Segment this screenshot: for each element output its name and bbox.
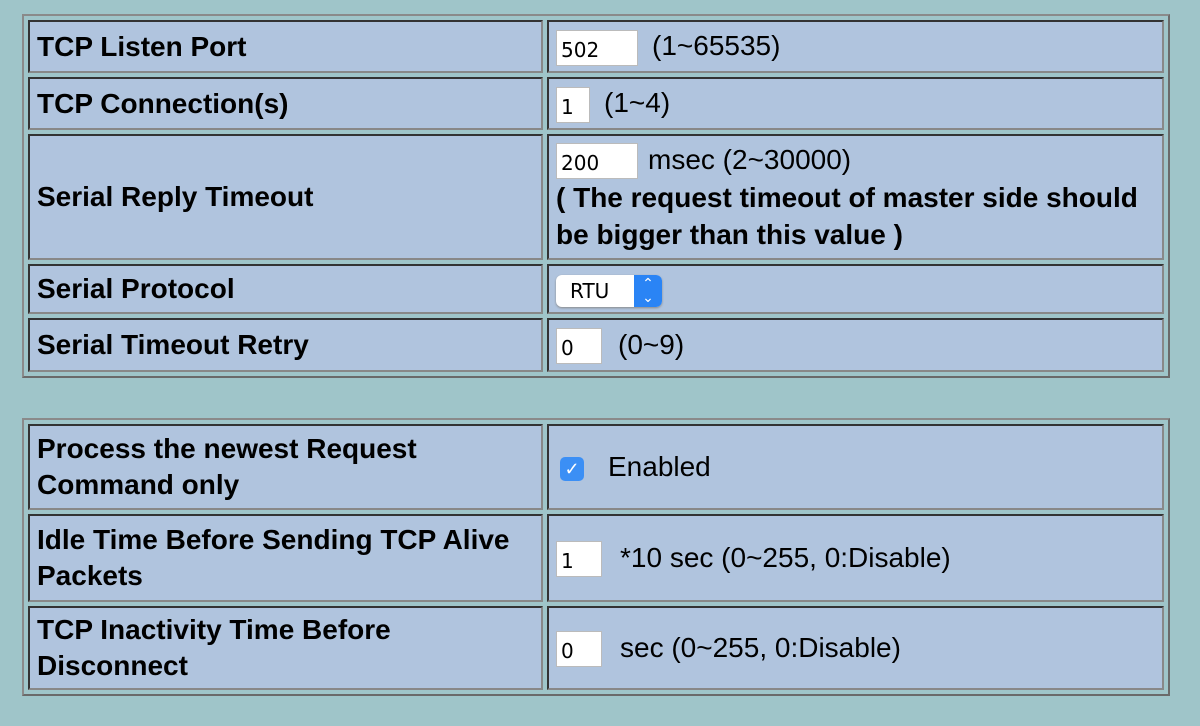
label: Idle Time Before Sending TCP Alive Packe…	[28, 514, 543, 602]
hint: (0~9)	[618, 328, 685, 360]
hint: *10 sec (0~255, 0:Disable)	[620, 541, 951, 573]
row-process-newest-request: Process the newest Request Command only …	[28, 424, 1164, 510]
inactivity-time-input[interactable]: 0	[556, 631, 602, 668]
label: TCP Connection(s)	[28, 77, 543, 130]
idle-time-input[interactable]: 1	[556, 541, 602, 578]
row-serial-reply-timeout: Serial Reply Timeout 200 msec (2~30000) ( …	[28, 134, 1164, 260]
label: Serial Timeout Retry	[28, 318, 543, 372]
hint: (1~4)	[604, 87, 671, 119]
row-serial-timeout-retry: Serial Timeout Retry 0 (0~9)	[28, 318, 1164, 372]
tcp-settings-table: Process the newest Request Command only …	[22, 418, 1170, 696]
row-serial-protocol: Serial Protocol RTU ⌃ ⌄	[28, 264, 1164, 314]
row-tcp-connections: TCP Connection(s) 1 (1~4)	[28, 77, 1164, 130]
chevron-updown-icon: ⌃ ⌄	[634, 274, 662, 307]
checkbox-label: Enabled	[608, 451, 711, 482]
tcp-listen-port-input[interactable]: 502	[556, 29, 638, 66]
label: TCP Inactivity Time Before Disconnect	[28, 606, 543, 690]
label: TCP Listen Port	[28, 20, 543, 73]
row-tcp-listen-port: TCP Listen Port 502 (1~65535)	[28, 20, 1164, 73]
selected-value: RTU	[570, 278, 610, 303]
serial-reply-timeout-input[interactable]: 200	[556, 143, 638, 180]
label: Process the newest Request Command only	[28, 424, 543, 510]
label: Serial Protocol	[28, 264, 543, 314]
enabled-checkbox[interactable]: ✓	[560, 456, 584, 481]
tcp-connections-input[interactable]: 1	[556, 86, 590, 123]
serial-protocol-select[interactable]: RTU ⌃ ⌄	[556, 274, 662, 307]
serial-timeout-retry-input[interactable]: 0	[556, 328, 602, 365]
row-idle-time: Idle Time Before Sending TCP Alive Packe…	[28, 514, 1164, 602]
hint: sec (0~255, 0:Disable)	[620, 631, 901, 663]
label: Serial Reply Timeout	[28, 134, 543, 260]
hint: (1~65535)	[652, 30, 781, 62]
row-inactivity-time: TCP Inactivity Time Before Disconnect 0s…	[28, 606, 1164, 690]
timeout-note: ( The request timeout of master side sho…	[556, 182, 1138, 251]
hint: msec (2~30000)	[648, 143, 852, 175]
serial-settings-table: TCP Listen Port 502 (1~65535) TCP Connect…	[22, 14, 1170, 378]
